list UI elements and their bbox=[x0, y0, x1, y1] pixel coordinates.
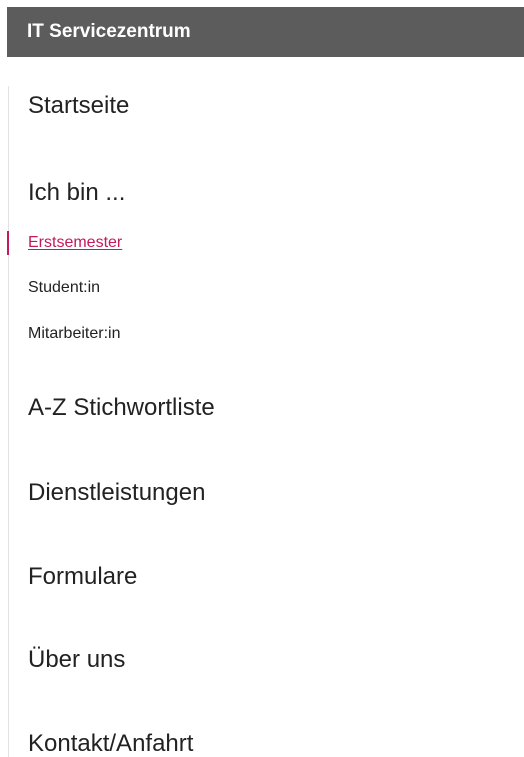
nav-subitem-erstsemester[interactable]: Erstsemester bbox=[28, 235, 122, 251]
nav-item-a-z-stichwortliste[interactable]: A-Z Stichwortliste bbox=[28, 396, 215, 420]
nav-item-dienstleistungen[interactable]: Dienstleistungen bbox=[28, 481, 205, 505]
nav-item-ich-bin[interactable]: Ich bin ... bbox=[28, 181, 125, 205]
nav-subitem-mitarbeiter[interactable]: Mitarbeiter:in bbox=[28, 326, 120, 342]
site-title[interactable]: IT Servicezentrum bbox=[27, 21, 191, 43]
sidebar-divider bbox=[8, 86, 9, 757]
nav-item-kontakt-anfahrt[interactable]: Kontakt/Anfahrt bbox=[28, 732, 193, 756]
active-indicator bbox=[7, 231, 9, 255]
nav-item-startseite[interactable]: Startseite bbox=[28, 94, 129, 118]
header-bar: IT Servicezentrum bbox=[7, 7, 524, 57]
nav-item-ueber-uns[interactable]: Über uns bbox=[28, 648, 125, 672]
nav-subitem-student[interactable]: Student:in bbox=[28, 280, 100, 296]
nav-item-formulare[interactable]: Formulare bbox=[28, 565, 137, 589]
